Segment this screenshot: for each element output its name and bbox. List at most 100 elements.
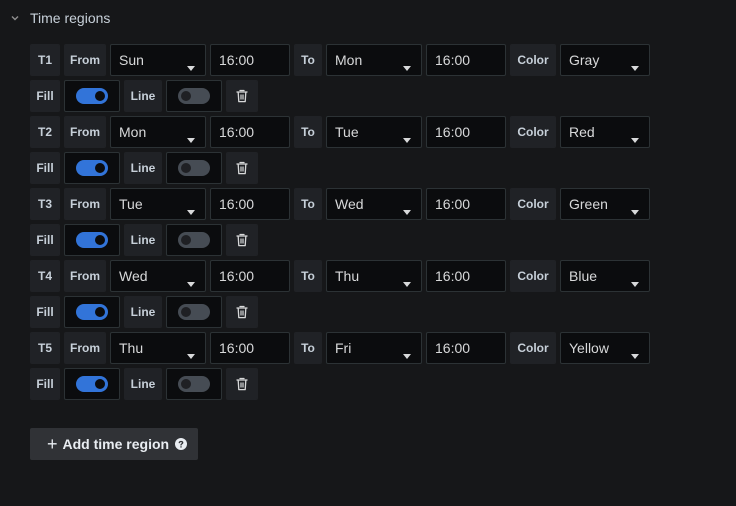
color-select[interactable]: Green bbox=[560, 188, 650, 220]
region-time-row: T1 From Sun 16:00 To Mon 16:00 Color Gra… bbox=[30, 44, 670, 76]
fill-toggle-box[interactable] bbox=[64, 296, 120, 328]
fill-label: Fill bbox=[30, 368, 60, 400]
line-switch[interactable] bbox=[178, 376, 210, 392]
plus-icon: + bbox=[47, 434, 58, 454]
color-value: Blue bbox=[569, 268, 598, 284]
color-select[interactable]: Yellow bbox=[560, 332, 650, 364]
region-time-row: T5 From Thu 16:00 To Fri 16:00 Color Yel… bbox=[30, 332, 670, 364]
from-day-value: Sun bbox=[119, 52, 144, 68]
delete-region-button[interactable] bbox=[226, 80, 258, 112]
to-label: To bbox=[294, 260, 322, 292]
caret-down-icon bbox=[403, 346, 411, 362]
from-time-input[interactable]: 16:00 bbox=[210, 116, 290, 148]
switch-knob bbox=[181, 163, 191, 173]
fill-toggle-box[interactable] bbox=[64, 224, 120, 256]
help-icon[interactable] bbox=[175, 438, 188, 450]
to-day-select[interactable]: Thu bbox=[326, 260, 422, 292]
region-time-row: T3 From Tue 16:00 To Wed 16:00 Color Gre… bbox=[30, 188, 670, 220]
delete-region-button[interactable] bbox=[226, 368, 258, 400]
delete-region-button[interactable] bbox=[226, 296, 258, 328]
line-toggle-box[interactable] bbox=[166, 296, 222, 328]
to-time-input[interactable]: 16:00 bbox=[426, 116, 506, 148]
to-time-input[interactable]: 16:00 bbox=[426, 260, 506, 292]
from-day-select[interactable]: Mon bbox=[110, 116, 206, 148]
fill-toggle-box[interactable] bbox=[64, 80, 120, 112]
from-time-input[interactable]: 16:00 bbox=[210, 332, 290, 364]
switch-knob bbox=[181, 91, 191, 101]
to-time-input[interactable]: 16:00 bbox=[426, 332, 506, 364]
fill-switch[interactable] bbox=[76, 160, 108, 176]
time-regions-header[interactable]: Time regions bbox=[8, 8, 110, 28]
time-regions-list: T1 From Sun 16:00 To Mon 16:00 Color Gra… bbox=[30, 44, 670, 404]
color-label: Color bbox=[510, 188, 556, 220]
region-options-row: Fill Line bbox=[30, 296, 670, 328]
trash-icon bbox=[236, 89, 248, 103]
region-options-row: Fill Line bbox=[30, 152, 670, 184]
line-toggle-box[interactable] bbox=[166, 152, 222, 184]
from-day-select[interactable]: Wed bbox=[110, 260, 206, 292]
from-time-input[interactable]: 16:00 bbox=[210, 188, 290, 220]
from-day-select[interactable]: Sun bbox=[110, 44, 206, 76]
from-day-value: Mon bbox=[119, 124, 147, 140]
line-switch[interactable] bbox=[178, 160, 210, 176]
to-day-value: Mon bbox=[335, 52, 363, 68]
line-toggle-box[interactable] bbox=[166, 224, 222, 256]
to-day-select[interactable]: Fri bbox=[326, 332, 422, 364]
to-day-select[interactable]: Mon bbox=[326, 44, 422, 76]
switch-knob bbox=[95, 91, 105, 101]
switch-knob bbox=[95, 379, 105, 389]
to-day-select[interactable]: Tue bbox=[326, 116, 422, 148]
to-label: To bbox=[294, 188, 322, 220]
region-id-label: T5 bbox=[30, 332, 60, 364]
from-day-value: Thu bbox=[119, 340, 144, 356]
line-switch[interactable] bbox=[178, 304, 210, 320]
from-time-input[interactable]: 16:00 bbox=[210, 260, 290, 292]
line-toggle-box[interactable] bbox=[166, 80, 222, 112]
to-day-value: Tue bbox=[335, 124, 359, 140]
to-time-input[interactable]: 16:00 bbox=[426, 188, 506, 220]
fill-label: Fill bbox=[30, 80, 60, 112]
caret-down-icon bbox=[187, 274, 195, 290]
delete-region-button[interactable] bbox=[226, 152, 258, 184]
trash-icon bbox=[236, 161, 248, 175]
trash-icon bbox=[236, 305, 248, 319]
color-select[interactable]: Gray bbox=[560, 44, 650, 76]
color-select[interactable]: Blue bbox=[560, 260, 650, 292]
color-select[interactable]: Red bbox=[560, 116, 650, 148]
to-label: To bbox=[294, 332, 322, 364]
caret-down-icon bbox=[187, 130, 195, 146]
to-time-input[interactable]: 16:00 bbox=[426, 44, 506, 76]
caret-down-icon bbox=[403, 274, 411, 290]
caret-down-icon bbox=[187, 202, 195, 218]
fill-toggle-box[interactable] bbox=[64, 368, 120, 400]
from-day-select[interactable]: Thu bbox=[110, 332, 206, 364]
caret-down-icon bbox=[631, 130, 639, 146]
fill-switch[interactable] bbox=[76, 376, 108, 392]
line-toggle-box[interactable] bbox=[166, 368, 222, 400]
color-value: Yellow bbox=[569, 340, 609, 356]
delete-region-button[interactable] bbox=[226, 224, 258, 256]
line-switch[interactable] bbox=[178, 88, 210, 104]
fill-switch[interactable] bbox=[76, 304, 108, 320]
fill-toggle-box[interactable] bbox=[64, 152, 120, 184]
from-label: From bbox=[64, 44, 106, 76]
region-time-row: T4 From Wed 16:00 To Thu 16:00 Color Blu… bbox=[30, 260, 670, 292]
from-day-select[interactable]: Tue bbox=[110, 188, 206, 220]
line-switch[interactable] bbox=[178, 232, 210, 248]
switch-knob bbox=[181, 307, 191, 317]
caret-down-icon bbox=[403, 202, 411, 218]
caret-down-icon bbox=[631, 58, 639, 74]
color-value: Green bbox=[569, 196, 608, 212]
from-time-input[interactable]: 16:00 bbox=[210, 44, 290, 76]
caret-down-icon bbox=[187, 346, 195, 362]
line-label: Line bbox=[124, 296, 162, 328]
chevron-down-icon[interactable] bbox=[8, 11, 22, 25]
fill-switch[interactable] bbox=[76, 232, 108, 248]
add-time-region-button[interactable]: + Add time region bbox=[30, 428, 198, 460]
to-day-value: Fri bbox=[335, 340, 352, 356]
switch-knob bbox=[181, 235, 191, 245]
fill-switch[interactable] bbox=[76, 88, 108, 104]
to-day-value: Thu bbox=[335, 268, 360, 284]
to-day-select[interactable]: Wed bbox=[326, 188, 422, 220]
fill-label: Fill bbox=[30, 224, 60, 256]
